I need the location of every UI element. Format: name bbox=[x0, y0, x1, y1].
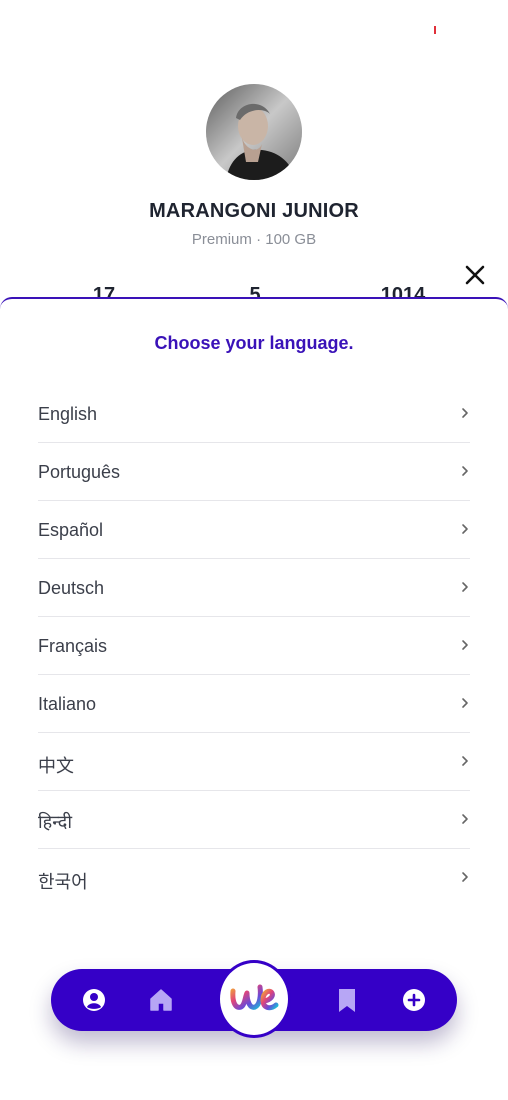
language-label: English bbox=[38, 404, 98, 424]
profile-name: MARANGONI JUNIOR bbox=[149, 200, 359, 222]
language-label: 中文 bbox=[38, 756, 74, 776]
language-label: हिन्दी bbox=[38, 812, 73, 832]
bookmark-icon[interactable] bbox=[334, 987, 360, 1013]
language-list: English Português Español Deutsch França… bbox=[38, 385, 470, 907]
chevron-right-icon bbox=[462, 408, 468, 418]
language-item-italiano[interactable]: Italiano bbox=[38, 675, 470, 733]
status-indicator bbox=[434, 26, 436, 34]
close-icon[interactable] bbox=[462, 262, 488, 288]
chevron-right-icon bbox=[462, 872, 468, 882]
language-label: Português bbox=[38, 462, 121, 482]
language-item-portugues[interactable]: Português bbox=[38, 443, 470, 501]
language-item-hindi[interactable]: हिन्दी bbox=[38, 791, 470, 849]
plus-circle-icon[interactable] bbox=[401, 987, 427, 1013]
language-item-chinese[interactable]: 中文 bbox=[38, 733, 470, 791]
language-label: Français bbox=[38, 636, 108, 656]
home-icon[interactable] bbox=[148, 987, 174, 1013]
chevron-right-icon bbox=[462, 582, 468, 592]
language-item-english[interactable]: English bbox=[38, 385, 470, 443]
chevron-right-icon bbox=[462, 814, 468, 824]
language-label: Español bbox=[38, 520, 104, 540]
chevron-right-icon bbox=[462, 466, 468, 476]
chevron-right-icon bbox=[462, 698, 468, 708]
sheet-title: Choose your language. bbox=[154, 333, 354, 353]
chevron-right-icon bbox=[462, 756, 468, 766]
language-item-espanol[interactable]: Español bbox=[38, 501, 470, 559]
language-label: Deutsch bbox=[38, 578, 105, 598]
user-circle-icon[interactable] bbox=[81, 987, 107, 1013]
we-logo-icon[interactable] bbox=[217, 960, 291, 1038]
language-item-deutsch[interactable]: Deutsch bbox=[38, 559, 470, 617]
chevron-right-icon bbox=[462, 524, 468, 534]
chevron-right-icon bbox=[462, 640, 468, 650]
language-label: Italiano bbox=[38, 694, 97, 714]
language-item-francais[interactable]: Français bbox=[38, 617, 470, 675]
language-label: 한국어 bbox=[38, 872, 88, 892]
avatar[interactable] bbox=[206, 84, 302, 180]
language-item-korean[interactable]: 한국어 bbox=[38, 849, 470, 907]
profile-plan: Premium · 100 GB bbox=[191, 231, 317, 248]
